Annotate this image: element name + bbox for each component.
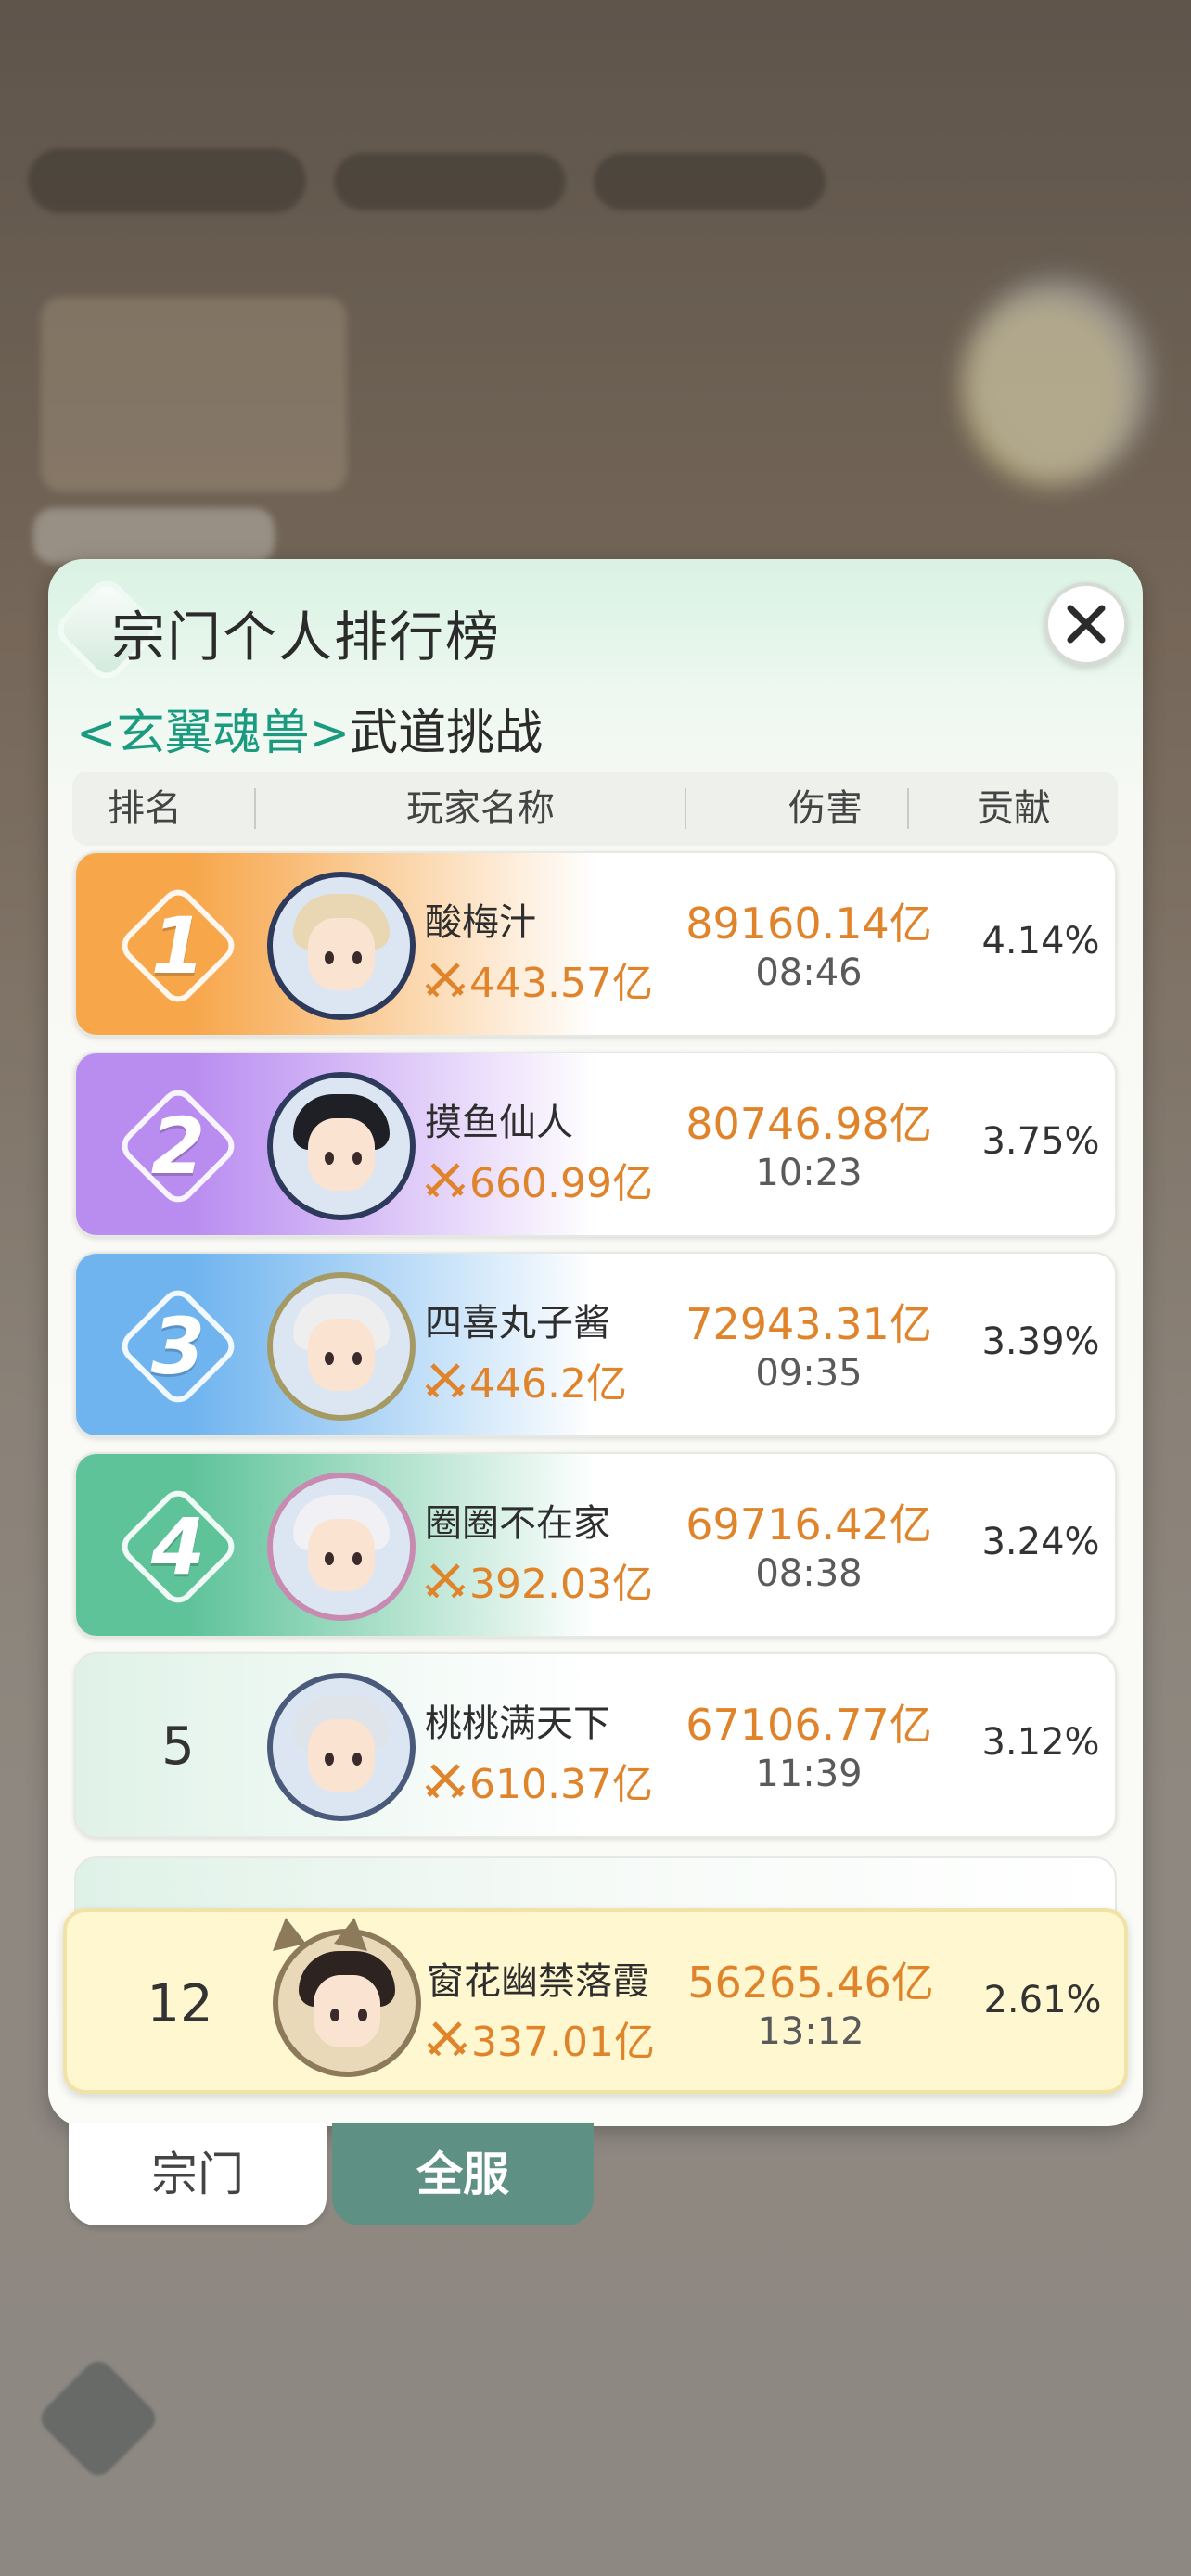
table-row[interactable]: 1 酸梅汁 443.57亿 89160.14亿 08:46 4.14% (74, 851, 1117, 1037)
event-name: 武道挑战 (350, 706, 544, 761)
player-name: 四喜丸子酱 (425, 1302, 610, 1345)
combat-power-value: 392.03亿 (469, 1561, 653, 1608)
player-name: 摸鱼仙人 (425, 1102, 573, 1144)
damage-value: 89160.14亿 (685, 899, 932, 949)
my-rank-number: 12 (147, 1974, 213, 2034)
header-divider (254, 788, 256, 829)
header-rank: 排名 (108, 787, 182, 830)
combat-power-value: 443.57亿 (469, 960, 653, 1007)
swords-icon (427, 2021, 467, 2057)
close-icon (1067, 605, 1106, 644)
rank-number: 2 (150, 1101, 206, 1192)
event-subtitle: <玄翼魂兽>武道挑战 (76, 694, 543, 763)
rank-number: 1 (150, 900, 206, 991)
player-avatar[interactable] (267, 1673, 416, 1821)
my-time: 13:12 (757, 2010, 864, 2053)
player-name: 圈圈不在家 (425, 1502, 610, 1545)
rank-number: 3 (150, 1301, 206, 1392)
header-divider (907, 788, 909, 829)
contribution-value: 3.24% (981, 1521, 1100, 1563)
combat-power: 610.37亿 (425, 1751, 653, 1810)
table-row[interactable]: 2 摸鱼仙人 660.99亿 80746.98亿 10:23 3.75% (74, 1052, 1117, 1237)
player-name: 桃桃满天下 (425, 1702, 610, 1745)
table-row[interactable]: 5 桃桃满天下 610.37亿 67106.77亿 11:39 3.12% (74, 1652, 1117, 1838)
my-player-name: 窗花幽禁落霞 (427, 1960, 649, 2003)
panel-title: 宗门个人排行榜 (111, 606, 502, 669)
damage-value: 69716.42亿 (685, 1499, 932, 1549)
player-avatar[interactable] (267, 872, 416, 1020)
player-avatar[interactable] (267, 1473, 416, 1621)
combat-power: 446.2亿 (425, 1350, 627, 1409)
damage-value: 80746.98亿 (685, 1099, 932, 1149)
combat-power: 392.03亿 (425, 1550, 653, 1610)
player-name: 酸梅汁 (425, 901, 536, 944)
my-contribution: 2.61% (983, 1979, 1102, 2021)
swords-icon (425, 1563, 466, 1599)
tab-sect[interactable]: 宗门 (69, 2123, 327, 2225)
avatar-frame-ears-icon (273, 1918, 367, 1951)
contribution-value: 4.14% (981, 920, 1100, 963)
player-avatar[interactable] (267, 1272, 416, 1421)
close-button[interactable] (1044, 582, 1128, 666)
table-header: 排名 玩家名称 伤害 贡献 (72, 772, 1118, 846)
combat-power-value: 446.2亿 (469, 1360, 627, 1408)
contribution-value: 3.75% (981, 1120, 1100, 1163)
combat-power-value: 660.99亿 (469, 1160, 653, 1207)
time-value: 09:35 (755, 1352, 863, 1395)
my-combat-power-value: 337.01亿 (471, 2019, 655, 2066)
combat-power: 443.57亿 (425, 950, 653, 1009)
rank-number: 5 (161, 1716, 195, 1777)
header-contribution: 贡献 (977, 787, 1051, 830)
damage-value: 67106.77亿 (685, 1700, 932, 1750)
damage-value: 72943.31亿 (685, 1299, 932, 1349)
time-value: 10:23 (755, 1152, 863, 1194)
combat-power: 660.99亿 (425, 1150, 653, 1209)
contribution-value: 3.39% (981, 1320, 1100, 1363)
swords-icon (425, 963, 466, 998)
swords-icon (425, 1363, 466, 1398)
table-row[interactable]: 3 四喜丸子酱 446.2亿 72943.31亿 09:35 3.39% (74, 1252, 1117, 1437)
my-damage: 56265.46亿 (687, 1958, 934, 2008)
table-row[interactable]: 4 圈圈不在家 392.03亿 69716.42亿 08:38 3.24% (74, 1452, 1117, 1638)
tab-all-server[interactable]: 全服 (332, 2123, 594, 2225)
swords-icon (425, 1764, 466, 1799)
swords-icon (425, 1163, 466, 1198)
my-rank-row[interactable]: 12 窗花幽禁落霞 337.01亿 56265.46亿 13:12 2.61% (63, 1908, 1128, 2094)
player-avatar[interactable] (267, 1072, 416, 1220)
header-player-name: 玩家名称 (406, 787, 555, 830)
contribution-value: 3.12% (981, 1721, 1100, 1764)
boss-name: <玄翼魂兽> (76, 706, 351, 761)
my-combat-power: 337.01亿 (427, 2009, 655, 2068)
time-value: 08:38 (755, 1552, 863, 1595)
time-value: 08:46 (755, 951, 863, 994)
rank-number: 4 (150, 1501, 206, 1592)
time-value: 11:39 (755, 1753, 863, 1795)
combat-power-value: 610.37亿 (469, 1761, 653, 1808)
